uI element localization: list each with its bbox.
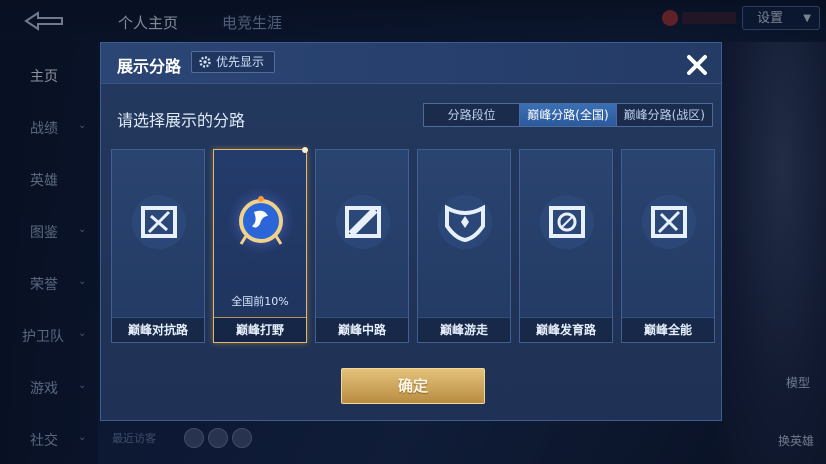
priority-display-button[interactable]: 优先显示	[191, 51, 275, 73]
lane-name: 巅峰中路	[316, 317, 408, 342]
support-wings-icon	[438, 195, 492, 249]
sword-lane-icon	[132, 195, 186, 249]
all-round-icon	[642, 195, 696, 249]
lane-type-tabs: 分路段位 巅峰分路(全国) 巅峰分路(战区)	[423, 103, 713, 127]
dialog-header: 展示分路 优先显示	[101, 43, 721, 84]
sparkle-icon	[302, 147, 308, 153]
rank-label: 全国前10%	[231, 295, 289, 308]
confirm-button[interactable]: 确定	[341, 368, 485, 404]
gear-icon	[199, 56, 211, 68]
priority-label: 优先显示	[216, 55, 265, 69]
mid-lane-icon	[336, 195, 390, 249]
dialog-title: 展示分路	[117, 57, 182, 76]
close-icon[interactable]	[681, 49, 713, 81]
lane-card-jungle[interactable]: 全国前10% 巅峰打野	[213, 147, 308, 343]
lane-name: 巅峰打野	[214, 317, 306, 342]
lane-name: 巅峰发育路	[520, 317, 612, 342]
marksman-lane-icon	[540, 195, 594, 249]
lane-name: 巅峰对抗路	[112, 317, 204, 342]
jungle-emblem-icon	[227, 187, 295, 255]
lane-card-support[interactable]: 巅峰游走	[417, 149, 511, 343]
lane-card-list: 巅峰对抗路 全国前10% 巅峰打野 巅峰中路 巅峰游走 巅峰发育路 巅峰全能	[111, 147, 715, 343]
lane-card-all-round[interactable]: 巅峰全能	[621, 149, 715, 343]
lane-display-dialog: 展示分路 优先显示 请选择展示的分路 分路段位 巅峰分路(全国) 巅峰分路(战区…	[100, 42, 722, 421]
select-lane-prompt: 请选择展示的分路	[117, 111, 246, 130]
tab-peak-national[interactable]: 巅峰分路(全国)	[520, 104, 617, 126]
tab-lane-rank[interactable]: 分路段位	[424, 104, 521, 126]
lane-name: 巅峰游走	[418, 317, 510, 342]
lane-card-bottom[interactable]: 巅峰发育路	[519, 149, 613, 343]
lane-name: 巅峰全能	[622, 317, 714, 342]
tab-peak-region[interactable]: 巅峰分路(战区)	[617, 104, 712, 126]
lane-card-mid[interactable]: 巅峰中路	[315, 149, 409, 343]
lane-card-top[interactable]: 巅峰对抗路	[111, 149, 205, 343]
